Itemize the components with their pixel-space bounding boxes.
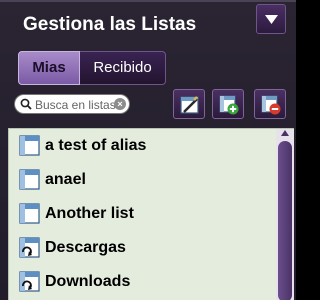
synced-list-icon [19, 271, 40, 292]
scrollbar[interactable] [276, 129, 294, 300]
tab-recibido[interactable]: Recibido [80, 51, 166, 85]
tab-mias[interactable]: Mias [18, 51, 80, 85]
lists-panel: Gestiona las Listas Mias Recibido × [0, 0, 296, 300]
search-icon [20, 98, 32, 110]
list-item-label: Downloads [45, 273, 131, 290]
search-box: × [14, 94, 130, 114]
list-icon [19, 203, 40, 224]
list-item-label: Another list [45, 205, 134, 222]
page-title: Gestiona las Listas [23, 14, 197, 35]
edit-list-button[interactable] [173, 89, 205, 119]
list-item-label: anael [45, 171, 86, 188]
search-input[interactable] [35, 97, 117, 112]
list-item[interactable]: Downloads [17, 268, 279, 298]
add-list-icon [219, 95, 239, 115]
list-item[interactable]: anael [17, 166, 279, 196]
remove-list-button[interactable] [254, 89, 286, 119]
clear-search-icon[interactable]: × [114, 98, 126, 110]
list-icon [19, 135, 40, 156]
list-icon [19, 169, 40, 190]
scrollbar-thumb[interactable] [278, 141, 292, 300]
list-item[interactable]: Another list [17, 200, 279, 230]
list-item[interactable]: Descargas [17, 234, 279, 264]
list-item-label: Descargas [45, 239, 126, 256]
lists-container: a test of alias anael Another list Desca… [8, 128, 294, 300]
scroll-up-icon[interactable] [280, 129, 290, 137]
remove-list-icon [261, 95, 281, 115]
add-list-button[interactable] [212, 89, 244, 119]
edit-list-icon [180, 96, 199, 114]
list-item-label: a test of alias [45, 137, 147, 154]
chevron-down-icon [265, 15, 278, 24]
synced-list-icon [19, 237, 40, 258]
list-item[interactable]: a test of alias [17, 132, 279, 162]
menu-button[interactable] [256, 4, 286, 34]
